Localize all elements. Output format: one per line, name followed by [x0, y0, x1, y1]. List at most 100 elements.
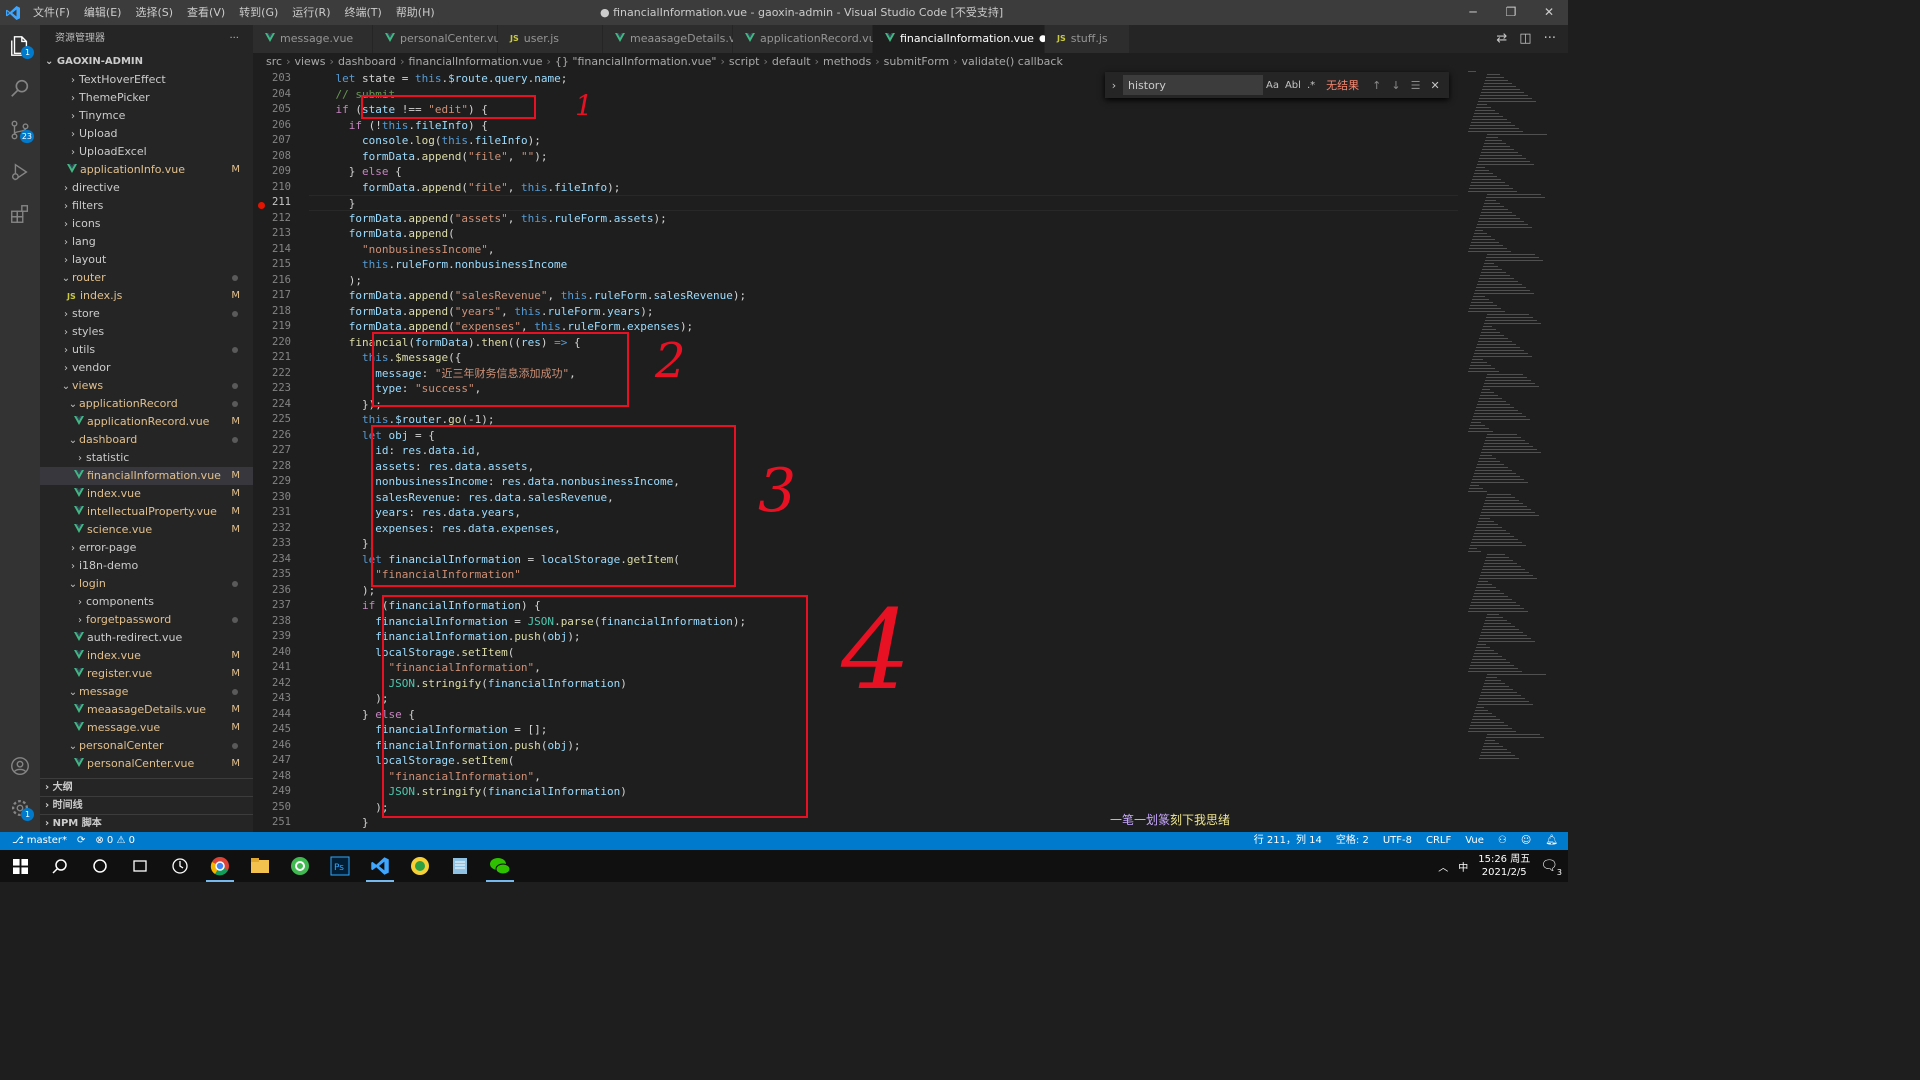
code-line[interactable]: formData.append("years", this.ruleForm.y…: [309, 304, 1458, 320]
cursor-position[interactable]: 行 211，列 14: [1254, 832, 1322, 850]
tree-item[interactable]: › i18n-demo: [40, 557, 253, 575]
tree-item[interactable]: personalCenter.vue M: [40, 755, 253, 773]
system-clock[interactable]: 15:26 周五 2021/2/5: [1478, 853, 1530, 879]
code-line[interactable]: }: [309, 195, 1458, 211]
menu-item[interactable]: 帮助(H): [389, 0, 442, 25]
live-share-icon[interactable]: ⚇: [1498, 832, 1507, 850]
search-icon[interactable]: [0, 67, 40, 109]
menu-item[interactable]: 终端(T): [338, 0, 389, 25]
menu-item[interactable]: 选择(S): [128, 0, 180, 25]
tree-item[interactable]: › lang: [40, 233, 253, 251]
editor-tab[interactable]: meaasageDetails.vue: [603, 25, 749, 53]
tree-item[interactable]: › UploadExcel: [40, 143, 253, 161]
find-input[interactable]: history: [1123, 75, 1263, 95]
code-line[interactable]: if (!this.fileInfo) {: [309, 118, 1458, 134]
problems-indicator[interactable]: ⊗ 0 ⚠ 0: [95, 832, 135, 850]
line-ending[interactable]: CRLF: [1426, 832, 1451, 850]
code-line[interactable]: "nonbusinessIncome",: [309, 242, 1458, 258]
encoding[interactable]: UTF-8: [1383, 832, 1412, 850]
menu-item[interactable]: 查看(V): [180, 0, 232, 25]
tree-item[interactable]: auth-redirect.vue: [40, 629, 253, 647]
sidebar-section-header[interactable]: › NPM 脚本: [40, 814, 253, 832]
compare-changes-icon[interactable]: ⇄: [1496, 25, 1507, 53]
tree-item[interactable]: financialInformation.vue M: [40, 467, 253, 485]
notification-center-icon[interactable]: 🗨︎ 3: [1540, 858, 1562, 877]
match-case-button[interactable]: Aa: [1263, 80, 1282, 91]
more-actions-icon[interactable]: ···: [1544, 25, 1556, 53]
tree-item[interactable]: message.vue M: [40, 719, 253, 737]
tree-item[interactable]: › styles: [40, 323, 253, 341]
photoshop-icon[interactable]: Ps: [320, 850, 360, 882]
tree-item[interactable]: ⌄ applicationRecord: [40, 395, 253, 413]
yellow-app-icon[interactable]: [400, 850, 440, 882]
tree-item[interactable]: › error-page: [40, 539, 253, 557]
tree-item[interactable]: › components: [40, 593, 253, 611]
tree-item[interactable]: › store: [40, 305, 253, 323]
tree-item[interactable]: › statistic: [40, 449, 253, 467]
menu-item[interactable]: 编辑(E): [77, 0, 129, 25]
taskbar-search-icon[interactable]: [40, 850, 80, 882]
code-line[interactable]: formData.append(: [309, 226, 1458, 242]
toggle-replace-chevron-icon[interactable]: ›: [1105, 79, 1123, 92]
regex-button[interactable]: .*: [1304, 80, 1318, 91]
sync-icon[interactable]: ⟳: [77, 832, 85, 850]
close-find-icon[interactable]: ✕: [1425, 79, 1444, 92]
editor-tab[interactable]: financialInformation.vue ●: [873, 25, 1047, 53]
settings-gear-icon[interactable]: 1: [0, 787, 40, 829]
next-match-icon[interactable]: ↓: [1386, 79, 1405, 92]
tree-item[interactable]: JS index.js M: [40, 287, 253, 305]
language-mode[interactable]: Vue: [1465, 832, 1484, 850]
run-debug-icon[interactable]: [0, 151, 40, 193]
more-actions-button[interactable]: ···: [229, 25, 239, 53]
breadcrumb-item[interactable]: submitForm: [884, 55, 949, 68]
menu-item[interactable]: 转到(G): [232, 0, 285, 25]
tree-item[interactable]: › utils: [40, 341, 253, 359]
code-line[interactable]: this.ruleForm.nonbusinessIncome: [309, 257, 1458, 273]
find-in-selection-icon[interactable]: ☰: [1406, 79, 1426, 92]
sidebar-section-header[interactable]: › 大纲: [40, 778, 253, 796]
task-view-icon[interactable]: [120, 850, 160, 882]
split-editor-icon[interactable]: ◫: [1519, 25, 1531, 53]
tree-item[interactable]: › directive: [40, 179, 253, 197]
git-branch[interactable]: ⎇ master*: [12, 832, 67, 850]
cortana-icon[interactable]: [80, 850, 120, 882]
chrome-icon[interactable]: [200, 850, 240, 882]
tray-expand-chevron-icon[interactable]: ︿: [1438, 859, 1448, 874]
code-editor[interactable]: 203 204 205 206 207 208 209 210 211 212 213 214 215 2…: [253, 71, 1458, 832]
code-line[interactable]: formData.append("file", "");: [309, 149, 1458, 165]
editor-tab[interactable]: applicationRecord.vue: [733, 25, 882, 53]
close-button[interactable]: ✕: [1530, 0, 1568, 25]
previous-match-icon[interactable]: ↑: [1367, 79, 1386, 92]
match-whole-word-button[interactable]: Abl: [1282, 80, 1304, 91]
breadcrumb-item[interactable]: {} "financialInformation.vue": [555, 55, 717, 68]
breadcrumb-item[interactable]: validate() callback: [962, 55, 1063, 68]
green-app-icon[interactable]: [280, 850, 320, 882]
vscode-taskbar-icon[interactable]: [360, 850, 400, 882]
tree-item[interactable]: register.vue M: [40, 665, 253, 683]
clock-app-icon[interactable]: [160, 850, 200, 882]
sidebar-section-header[interactable]: › 时间线: [40, 796, 253, 814]
breadcrumb-item[interactable]: methods: [823, 55, 871, 68]
code-line[interactable]: formData.append("salesRevenue", this.rul…: [309, 288, 1458, 304]
editor-tab[interactable]: message.vue: [253, 25, 373, 53]
tree-item[interactable]: › vendor: [40, 359, 253, 377]
tree-item[interactable]: › forgetpassword: [40, 611, 253, 629]
tree-item[interactable]: ⌄ dashboard: [40, 431, 253, 449]
tree-item[interactable]: › Tinymce: [40, 107, 253, 125]
breadcrumb-item[interactable]: script: [729, 55, 760, 68]
tree-item[interactable]: › layout: [40, 251, 253, 269]
menu-item[interactable]: 文件(F): [26, 0, 77, 25]
editor-tab[interactable]: JS stuff.js: [1045, 25, 1130, 53]
tree-item[interactable]: science.vue M: [40, 521, 253, 539]
extensions-icon[interactable]: [0, 193, 40, 235]
indentation[interactable]: 空格: 2: [1336, 832, 1369, 850]
code-line[interactable]: } else {: [309, 164, 1458, 180]
editor-tab[interactable]: JS user.js: [498, 25, 603, 53]
tree-item[interactable]: › filters: [40, 197, 253, 215]
tree-item[interactable]: › TextHoverEffect: [40, 71, 253, 89]
code-line[interactable]: );: [309, 273, 1458, 289]
breadcrumb-item[interactable]: financialInformation.vue: [409, 55, 543, 68]
tree-item[interactable]: meaasageDetails.vue M: [40, 701, 253, 719]
tree-item[interactable]: index.vue M: [40, 485, 253, 503]
tree-item[interactable]: index.vue M: [40, 647, 253, 665]
